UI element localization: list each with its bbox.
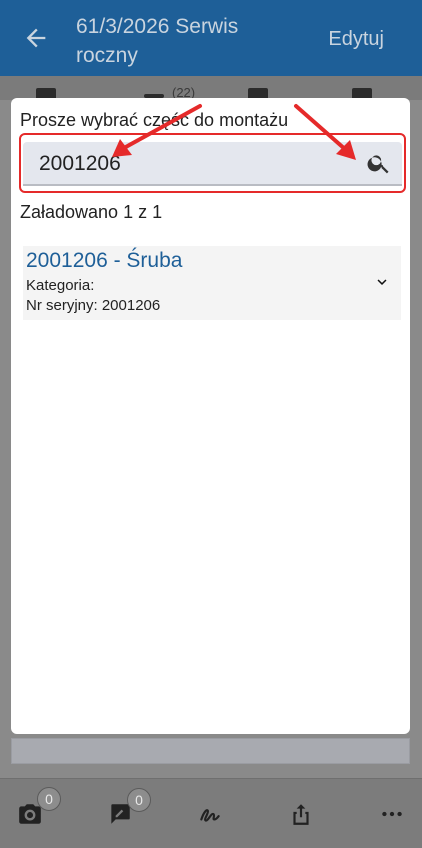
underlying-field — [11, 738, 410, 764]
search-icon[interactable] — [366, 150, 392, 176]
note-count-badge: 0 — [127, 788, 151, 812]
part-select-dialog: Prosze wybrać część do montażu Załadowan… — [11, 98, 410, 734]
app-bar: 61/3/2026 Serwis roczny Edytuj — [0, 0, 422, 76]
result-category: Kategoria: — [26, 277, 95, 294]
chevron-down-icon[interactable] — [373, 273, 391, 291]
loaded-count-text: Załadowano 1 z 1 — [20, 202, 163, 222]
signature-icon[interactable] — [197, 801, 223, 827]
more-icon[interactable] — [379, 801, 405, 827]
bottom-toolbar: 0 0 — [0, 778, 422, 848]
arrow-left-icon[interactable] — [22, 24, 50, 52]
page-title: 61/3/2026 Serwis roczny — [76, 15, 239, 67]
dialog-title: Prosze wybrać część do montażu — [20, 110, 289, 130]
photo-count-badge: 0 — [37, 787, 61, 811]
share-icon[interactable] — [288, 801, 314, 827]
list-item[interactable]: 2001206 - Śruba Kategoria: Nr seryjny: 2… — [23, 246, 401, 320]
result-title[interactable]: 2001206 - Śruba — [26, 249, 182, 273]
edit-button[interactable]: Edytuj — [328, 28, 384, 51]
result-serial: Nr seryjny: 2001206 — [26, 297, 161, 314]
search-field[interactable] — [23, 142, 402, 186]
search-input[interactable] — [37, 146, 341, 182]
tab-bar — [0, 76, 422, 100]
